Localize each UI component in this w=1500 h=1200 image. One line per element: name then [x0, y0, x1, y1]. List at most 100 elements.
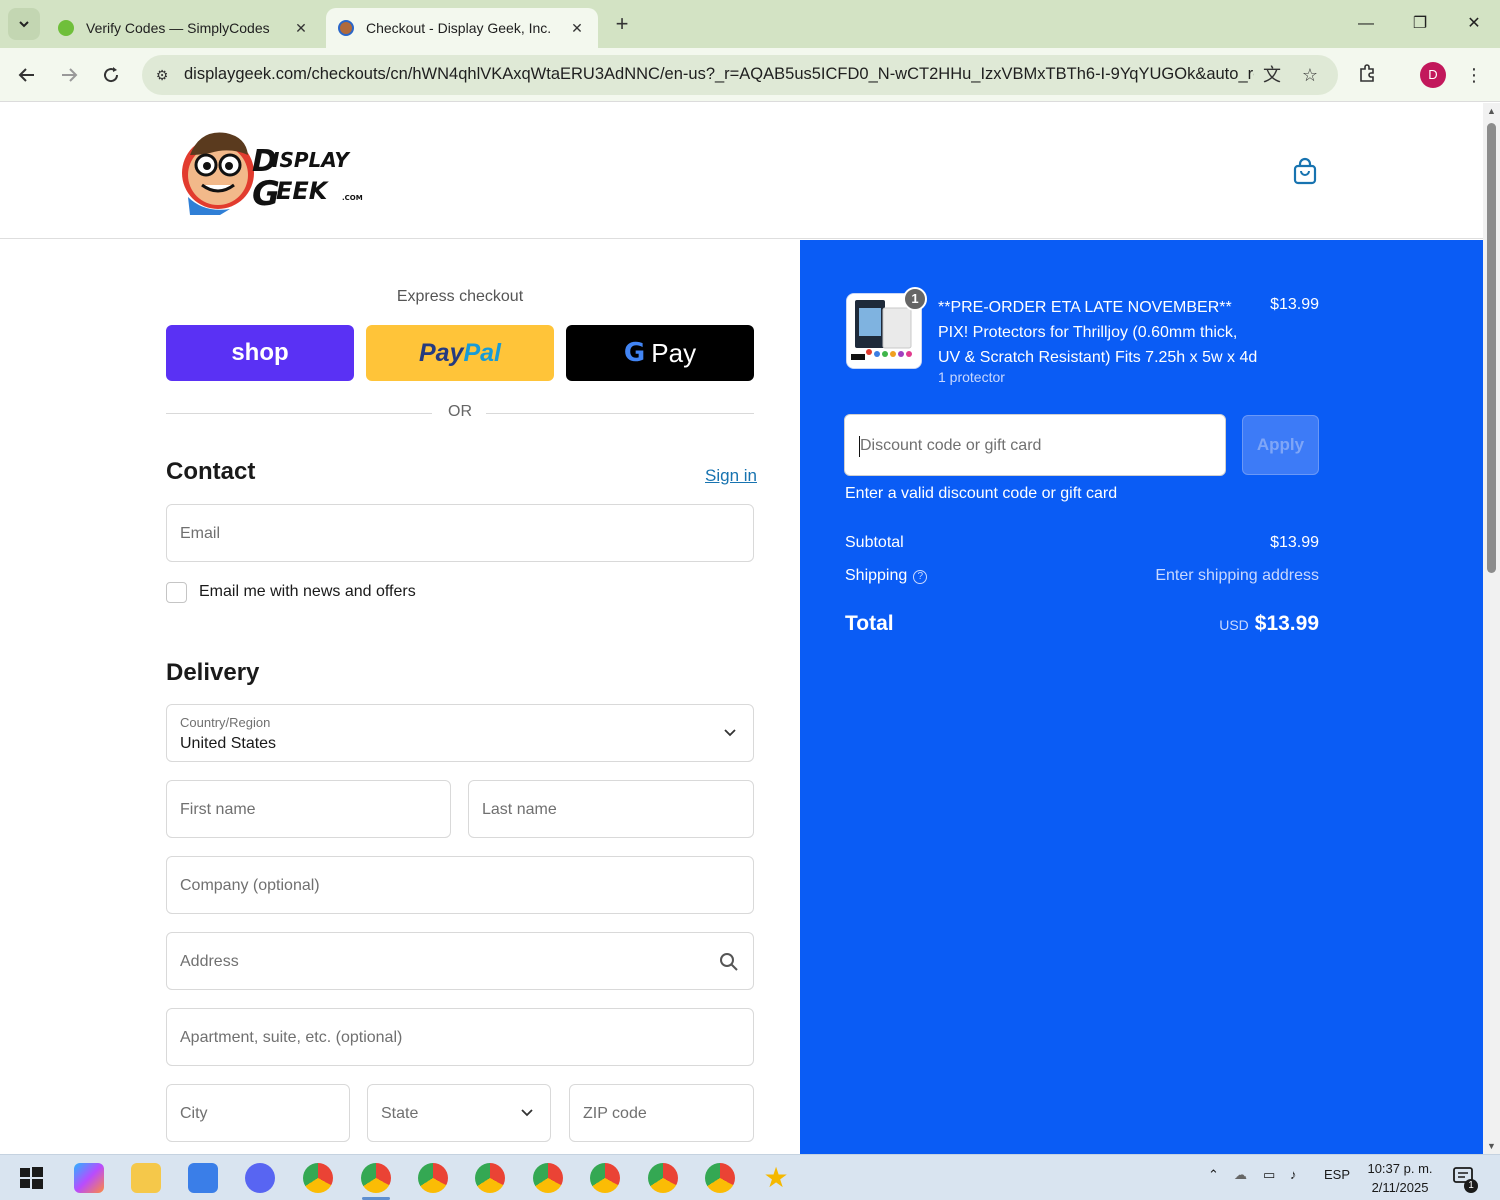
microsoft-store-icon[interactable] — [188, 1163, 218, 1193]
chrome-profile-d-active-icon[interactable] — [361, 1163, 391, 1193]
country-select[interactable]: Country/Region United States — [166, 704, 754, 762]
reload-button[interactable] — [96, 60, 126, 90]
city-field[interactable]: City — [166, 1084, 350, 1142]
company-field[interactable]: Company (optional) — [166, 856, 754, 914]
address-bar[interactable]: ⚙ displaygeek.com/checkouts/cn/hWN4qhlVK… — [142, 55, 1338, 95]
shipping-value: Enter shipping address — [1155, 567, 1319, 584]
scroll-down-arrow-icon[interactable]: ▼ — [1486, 1141, 1497, 1151]
product-price: $13.99 — [1270, 296, 1319, 313]
discount-error-message: Enter a valid discount code or gift card — [845, 485, 1118, 502]
tab-checkout[interactable]: Checkout - Display Geek, Inc. ✕ — [326, 8, 598, 48]
apartment-placeholder: Apartment, suite, etc. (optional) — [180, 1029, 403, 1046]
chrome-profile-m-icon[interactable] — [475, 1163, 505, 1193]
first-name-placeholder: First name — [180, 801, 256, 818]
tab-search-button[interactable] — [8, 8, 40, 40]
address-placeholder: Address — [180, 953, 239, 970]
minimize-button[interactable]: — — [1346, 8, 1386, 40]
shop-pay-button[interactable]: shop — [166, 325, 354, 381]
zip-placeholder: ZIP code — [583, 1105, 647, 1122]
subtotal-row: Subtotal $13.99 — [845, 534, 1319, 552]
country-label: Country/Region — [180, 715, 271, 730]
chrome-profile-e-icon[interactable] — [418, 1163, 448, 1193]
display-geek-logo[interactable]: D ISPLAY G EEK .COM — [180, 125, 370, 215]
chrome-profile-d-icon[interactable] — [303, 1163, 333, 1193]
shopping-bag-icon[interactable] — [1292, 157, 1318, 185]
google-pay-button[interactable]: G Pay — [566, 325, 754, 381]
google-pay-label: Pay — [651, 337, 697, 368]
browser-tab-bar: Verify Codes — SimplyCodes ✕ Checkout - … — [0, 0, 1500, 48]
arrow-right-icon — [62, 68, 78, 82]
state-select[interactable]: State — [367, 1084, 551, 1142]
email-placeholder: Email — [180, 525, 221, 542]
shop-pay-label: shop — [231, 339, 289, 366]
email-field[interactable]: Email — [166, 504, 754, 562]
discount-code-input[interactable]: Discount code or gift card — [844, 414, 1226, 476]
close-tab-icon[interactable]: ✕ — [292, 20, 310, 37]
discord-icon[interactable] — [245, 1163, 275, 1193]
chrome-profile-s-icon[interactable] — [533, 1163, 563, 1193]
chrome-profile-s3-icon[interactable] — [648, 1163, 678, 1193]
sign-in-link[interactable]: Sign in — [705, 466, 757, 486]
last-name-field[interactable]: Last name — [468, 780, 754, 838]
maximize-button[interactable]: ❐ — [1400, 8, 1440, 40]
url-text[interactable]: displaygeek.com/checkouts/cn/hWN4qhlVKAx… — [184, 65, 1254, 84]
new-tab-button[interactable]: + — [608, 10, 636, 38]
clock-date: 2/11/2025 — [1371, 1180, 1429, 1195]
chrome-profile-s2-icon[interactable] — [590, 1163, 620, 1193]
arrow-left-icon — [18, 68, 34, 82]
svg-text:.COM: .COM — [342, 194, 363, 202]
scroll-up-arrow-icon[interactable]: ▲ — [1486, 106, 1497, 116]
windows-start-icon[interactable] — [16, 1163, 46, 1193]
tab-simplycodes[interactable]: Verify Codes — SimplyCodes ✕ — [46, 8, 322, 48]
company-placeholder: Company (optional) — [180, 877, 320, 894]
address-field[interactable]: Address — [166, 932, 754, 990]
close-tab-icon[interactable]: ✕ — [568, 20, 586, 37]
copilot-icon[interactable] — [74, 1163, 104, 1193]
site-info-icon[interactable]: ⚙ — [152, 65, 172, 85]
displaygeek-favicon-icon — [338, 20, 354, 36]
network-icon[interactable]: ▭ — [1263, 1167, 1275, 1183]
newsletter-checkbox[interactable] — [166, 582, 187, 603]
city-placeholder: City — [180, 1105, 208, 1122]
zip-field[interactable]: ZIP code — [569, 1084, 754, 1142]
paypal-button[interactable]: Pay Pal — [366, 325, 554, 381]
star-app-icon[interactable]: ★ — [761, 1163, 791, 1193]
kebab-menu-icon[interactable]: ⋮ — [1462, 63, 1486, 87]
quantity-badge: 1 — [903, 287, 927, 311]
paypal-label-pay: Pay — [418, 338, 464, 367]
bookmark-star-icon[interactable]: ☆ — [1298, 63, 1322, 87]
translate-icon[interactable]: 文 — [1260, 63, 1284, 87]
forward-button[interactable] — [54, 60, 84, 90]
onedrive-cloud-icon[interactable]: ☁ — [1234, 1167, 1247, 1183]
scrollbar-thumb[interactable] — [1487, 123, 1496, 573]
tray-overflow-icon[interactable]: ⌃ — [1208, 1167, 1219, 1183]
help-icon[interactable]: ? — [913, 570, 928, 584]
input-language[interactable]: ESP — [1324, 1167, 1350, 1182]
back-button[interactable] — [12, 60, 42, 90]
total-label: Total — [845, 612, 894, 635]
file-explorer-icon[interactable] — [131, 1163, 161, 1193]
discount-placeholder: Discount code or gift card — [860, 437, 1042, 454]
chrome-profile-o-icon[interactable] — [705, 1163, 735, 1193]
state-placeholder: State — [381, 1105, 419, 1122]
apply-discount-button[interactable]: Apply — [1242, 415, 1319, 475]
search-icon — [720, 953, 738, 971]
browser-toolbar: ⚙ displaygeek.com/checkouts/cn/hWN4qhlVK… — [0, 48, 1500, 102]
page-scrollbar[interactable]: ▲ ▼ — [1483, 103, 1500, 1154]
simplycodes-favicon-icon — [58, 20, 74, 36]
express-checkout-title: Express checkout — [396, 288, 524, 305]
system-clock[interactable]: 10:37 p. m. 2/11/2025 — [1360, 1159, 1440, 1197]
profile-avatar[interactable]: D — [1420, 62, 1446, 88]
close-window-button[interactable]: ✕ — [1454, 8, 1494, 40]
windows-taskbar: ★ ⌃ ☁ ▭ ♪ ESP 10:37 p. m. 2/11/2025 1 — [0, 1154, 1500, 1200]
country-value: United States — [180, 735, 277, 752]
notification-count-badge: 1 — [1464, 1179, 1478, 1193]
chevron-down-icon — [724, 729, 736, 737]
or-divider: OR — [166, 403, 754, 423]
extensions-icon[interactable] — [1356, 63, 1380, 87]
apartment-field[interactable]: Apartment, suite, etc. (optional) — [166, 1008, 754, 1066]
volume-icon[interactable]: ♪ — [1290, 1167, 1297, 1182]
svg-text:EEK: EEK — [276, 177, 330, 205]
tab-title: Verify Codes — SimplyCodes — [86, 20, 270, 36]
first-name-field[interactable]: First name — [166, 780, 451, 838]
